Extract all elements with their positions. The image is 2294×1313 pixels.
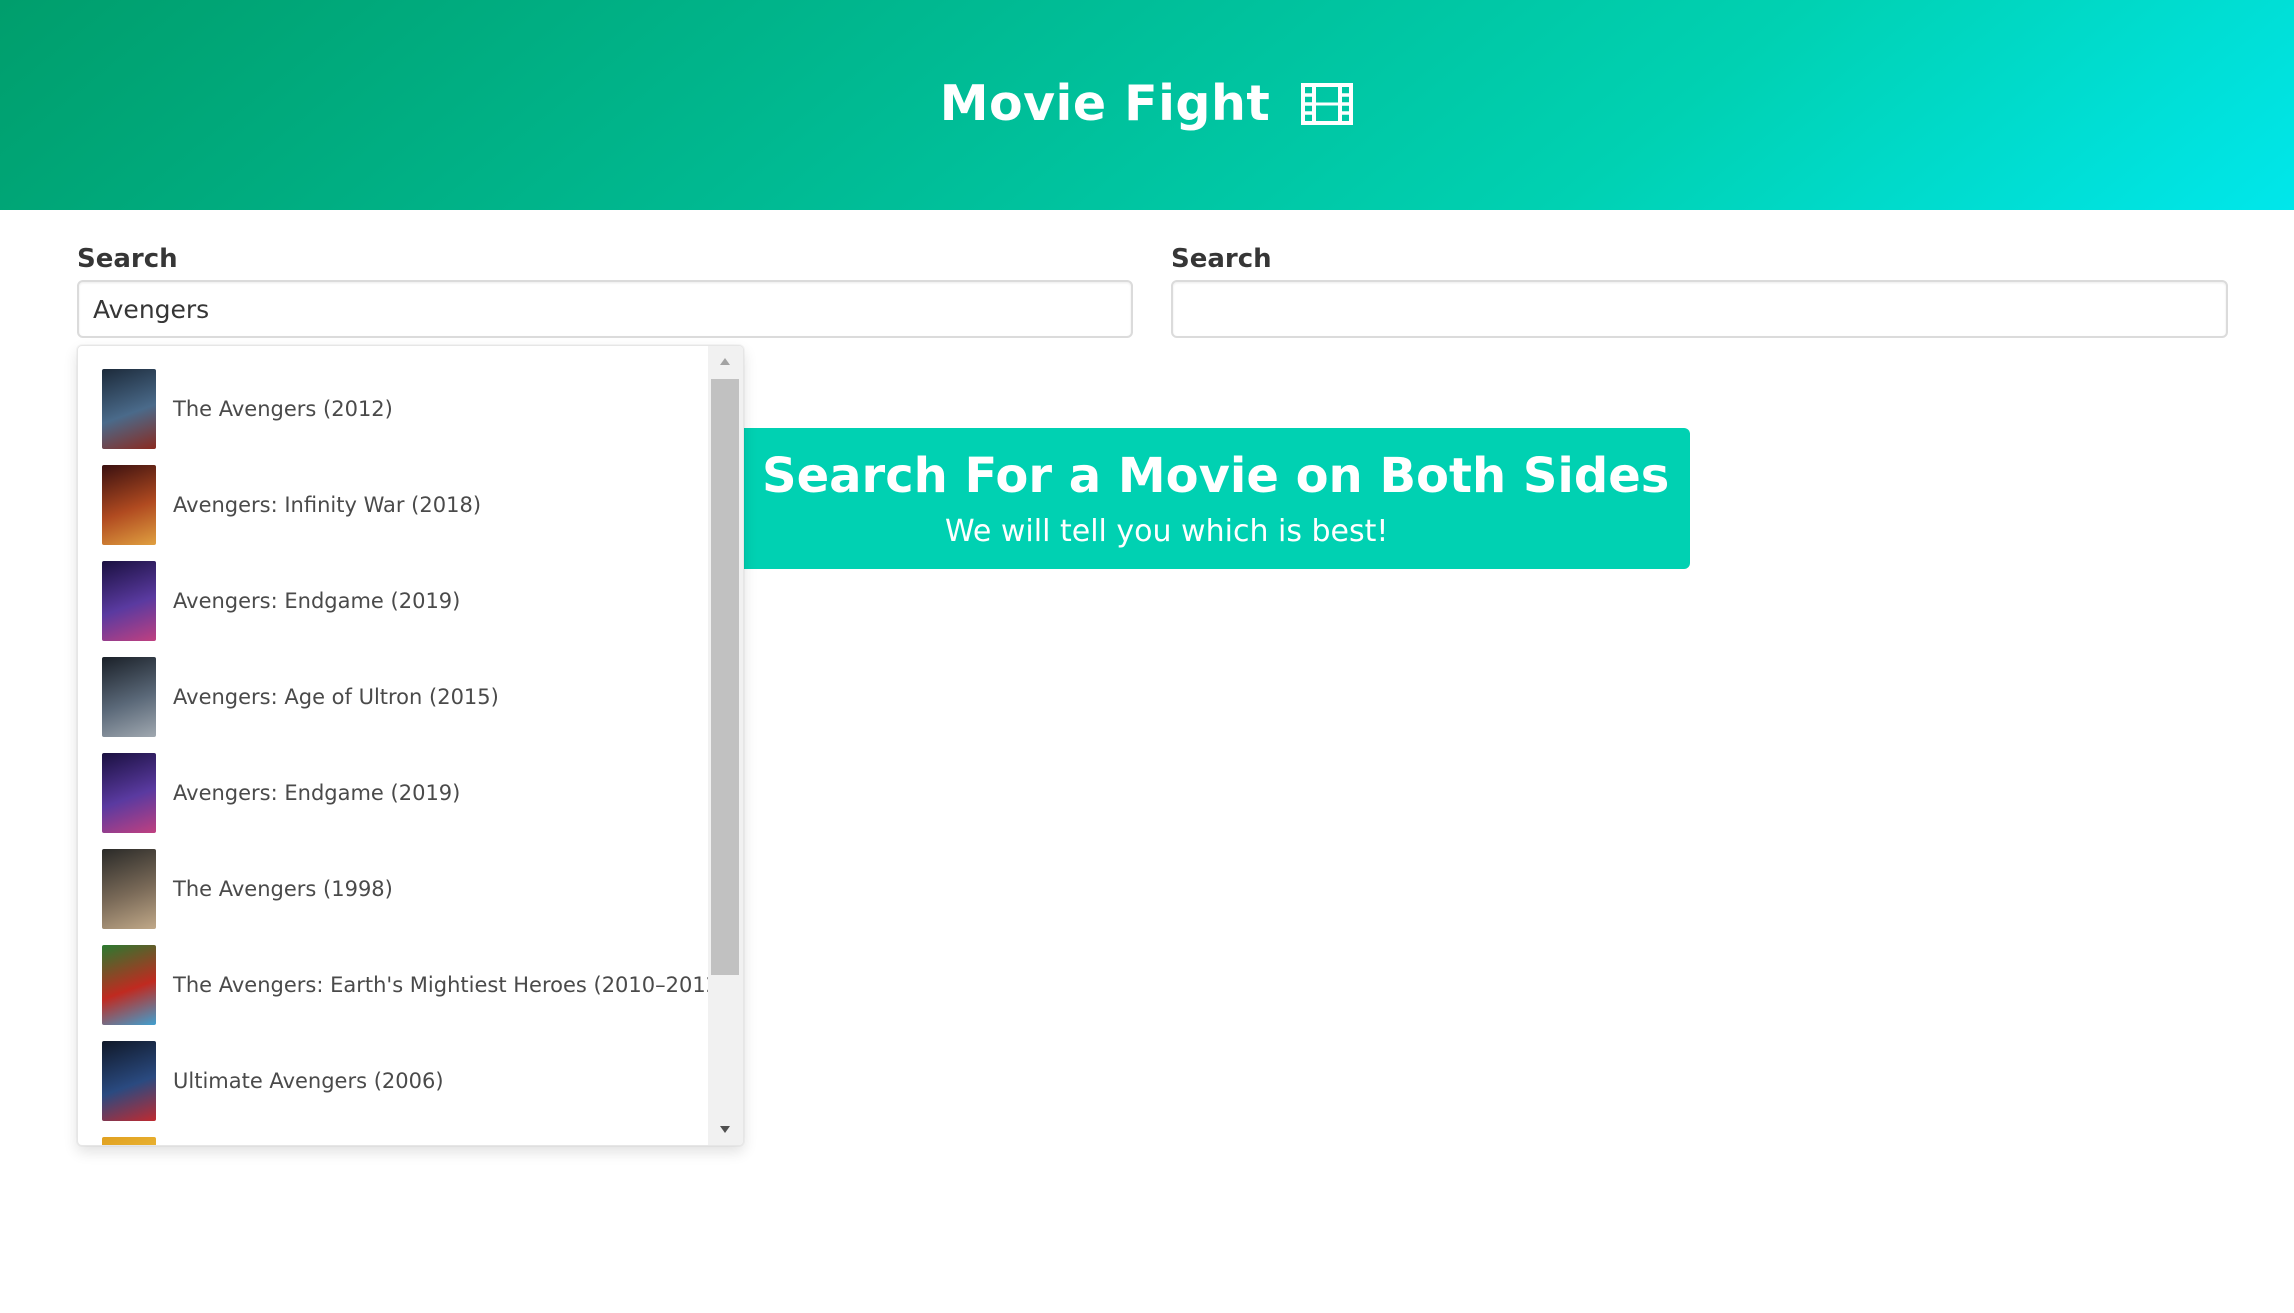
left-search-input[interactable] bbox=[77, 280, 1133, 338]
dropdown-item-label: Avengers: Age of Ultron (2015) bbox=[173, 685, 499, 709]
scrollbar-thumb[interactable] bbox=[711, 379, 739, 975]
film-icon bbox=[1301, 82, 1354, 125]
dropdown-item-label: Avengers: Infinity War (2018) bbox=[173, 493, 482, 517]
search-prompt-banner: Search For a Movie on Both Sides We will… bbox=[742, 428, 1690, 569]
dropdown-item-label: The Avengers (2012) bbox=[173, 397, 393, 421]
banner-subtitle: We will tell you which is best! bbox=[945, 514, 1389, 549]
dropdown-scrollbar[interactable] bbox=[708, 346, 743, 1145]
dropdown-item-label: Ultimate Avengers (2006) bbox=[173, 1069, 444, 1093]
movie-poster bbox=[102, 753, 156, 833]
scroll-down-arrow-icon[interactable] bbox=[720, 1126, 730, 1133]
dropdown-item[interactable]: Ultimate Avengers (2006) bbox=[78, 1033, 708, 1129]
movie-poster bbox=[102, 849, 156, 929]
banner-title: Search For a Movie on Both Sides bbox=[762, 448, 1670, 504]
right-search-input[interactable] bbox=[1171, 280, 2228, 338]
app-title: Movie Fight bbox=[940, 75, 1355, 132]
hero-header: Movie Fight bbox=[0, 0, 2294, 210]
movie-poster bbox=[102, 369, 156, 449]
dropdown-item[interactable]: Avengers: Infinity War (2018) bbox=[78, 457, 708, 553]
dropdown-item-label: Avengers: Endgame (2019) bbox=[173, 589, 461, 613]
dropdown-item-label: The Avengers (1998) bbox=[173, 877, 393, 901]
right-search-label: Search bbox=[1171, 244, 1272, 274]
dropdown-item[interactable] bbox=[78, 1129, 708, 1145]
movie-poster bbox=[102, 1041, 156, 1121]
dropdown-item-label: The Avengers: Earth's Mightiest Heroes (… bbox=[173, 973, 708, 997]
movie-poster bbox=[102, 657, 156, 737]
left-search-label: Search bbox=[77, 244, 178, 274]
results-list: The Avengers (2012) Avengers: Infinity Wa… bbox=[78, 346, 708, 1145]
app-title-text: Movie Fight bbox=[939, 75, 1271, 132]
movie-poster bbox=[102, 465, 156, 545]
dropdown-item[interactable]: The Avengers (1998) bbox=[78, 841, 708, 937]
movie-poster bbox=[102, 945, 156, 1025]
scroll-up-arrow-icon[interactable] bbox=[720, 358, 730, 365]
dropdown-item-label: Avengers: Endgame (2019) bbox=[173, 781, 461, 805]
search-results-dropdown: The Avengers (2012) Avengers: Infinity Wa… bbox=[77, 345, 744, 1146]
dropdown-item[interactable]: Avengers: Endgame (2019) bbox=[78, 745, 708, 841]
dropdown-item[interactable]: The Avengers (2012) bbox=[78, 361, 708, 457]
dropdown-item[interactable]: Avengers: Endgame (2019) bbox=[78, 553, 708, 649]
movie-poster bbox=[102, 561, 156, 641]
dropdown-item[interactable]: The Avengers: Earth's Mightiest Heroes (… bbox=[78, 937, 708, 1033]
dropdown-item[interactable]: Avengers: Age of Ultron (2015) bbox=[78, 649, 708, 745]
movie-poster bbox=[102, 1137, 156, 1145]
